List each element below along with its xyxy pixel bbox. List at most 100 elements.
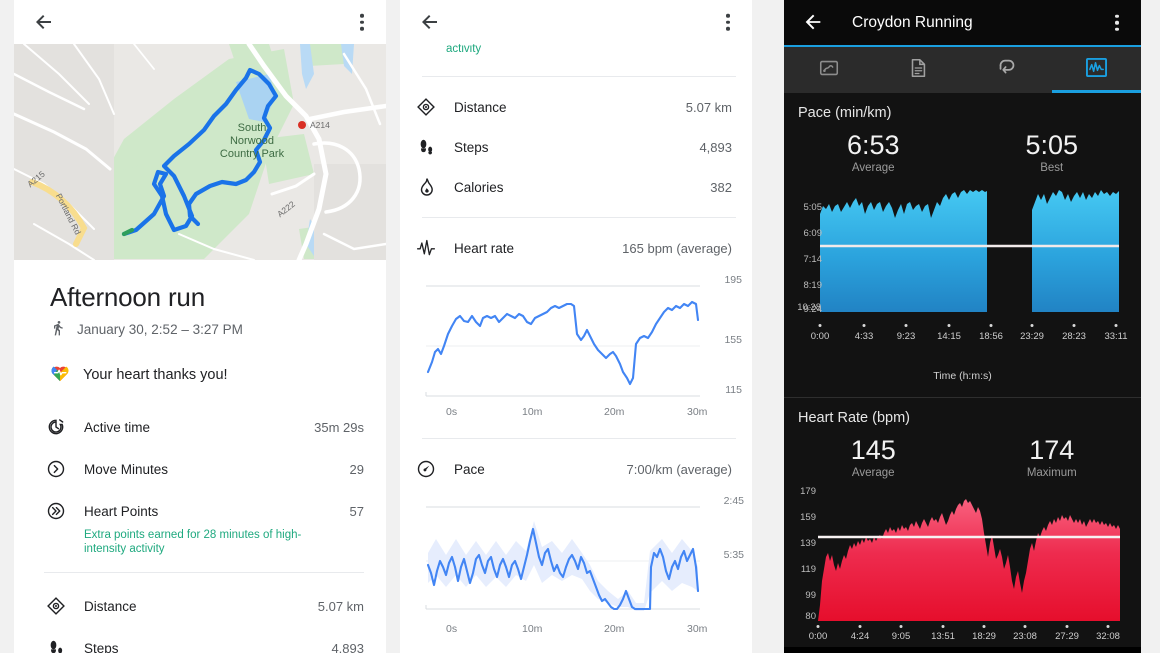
tab-details[interactable] bbox=[873, 47, 962, 93]
hr-x-tick: 23:08 bbox=[1013, 631, 1037, 642]
pace-area-chart[interactable]: 5:05 6:09 7:14 8:19 9:24 10:28 10:28 0:0… bbox=[784, 176, 1141, 346]
tab-graphs[interactable] bbox=[1052, 47, 1141, 93]
hr-y-tick-4: 119 bbox=[800, 564, 816, 575]
stat-row-steps[interactable]: Steps 4,893 bbox=[400, 127, 752, 167]
stat-label: Pace bbox=[454, 461, 485, 477]
hr-x-tick: 27:29 bbox=[1055, 631, 1079, 642]
document-icon bbox=[907, 57, 929, 84]
pace-chart[interactable]: 0s 10m 20m 30m 2:45 5:35 bbox=[400, 489, 752, 637]
tabbar bbox=[784, 47, 1141, 93]
google-fit-activity-panel: South Norwood Country Park A214 A215 A22… bbox=[14, 0, 386, 653]
x-tick: 10m bbox=[522, 406, 543, 418]
x-tickdot bbox=[982, 625, 986, 628]
croydon-running-panel: Croydon Running Pace (min/km) 6:53 Avera… bbox=[784, 0, 1141, 653]
page-title: Afternoon run bbox=[50, 282, 205, 312]
pace-y-tick-4: 8:19 bbox=[803, 280, 823, 291]
x-tickdot bbox=[1106, 625, 1110, 628]
x-tickdot bbox=[989, 324, 993, 327]
stat-label: Steps bbox=[454, 139, 489, 155]
stat-value: 4,893 bbox=[331, 640, 364, 653]
x-tickdot bbox=[1023, 625, 1027, 628]
pace-y-tick-2: 6:09 bbox=[803, 228, 823, 239]
tab-map[interactable] bbox=[784, 47, 873, 93]
primary-stats-list: Active time 35m 29s Move Minutes 29 Hear… bbox=[14, 406, 386, 653]
stat-value: 35m 29s bbox=[314, 419, 364, 435]
hr-x-tick: 4:24 bbox=[850, 631, 870, 642]
stat-row-heart-points[interactable]: Heart Points 57 bbox=[14, 490, 386, 532]
pace-best-label: Best bbox=[1040, 162, 1064, 174]
x-tick: 0s bbox=[446, 406, 458, 418]
screenshot-root: South Norwood Country Park A214 A215 A22… bbox=[0, 0, 1160, 653]
back-arrow-icon[interactable] bbox=[418, 10, 442, 34]
stat-value: 4,893 bbox=[699, 139, 732, 155]
hr-area-chart[interactable]: 179 159 139 119 99 80 0:00 4:24 9:05 13:… bbox=[784, 481, 1141, 642]
heart-rate-chart[interactable]: 0s 10m 20m 30m 195 155 115 bbox=[400, 268, 752, 420]
section-divider bbox=[44, 572, 364, 573]
kebab-menu-icon[interactable] bbox=[360, 13, 364, 31]
x-tickdot bbox=[941, 625, 945, 628]
pace-header[interactable]: Pace 7:00/km (average) bbox=[400, 449, 752, 489]
map-route-icon bbox=[818, 57, 840, 84]
x-tick: 10m bbox=[522, 623, 543, 635]
stat-label: Steps bbox=[84, 640, 119, 653]
hr-maximum-value: 174 bbox=[1029, 435, 1075, 465]
y-tick-top: 2:45 bbox=[723, 495, 744, 507]
x-tick: 20m bbox=[604, 406, 625, 418]
pace-x-tick: 14:15 bbox=[937, 331, 961, 342]
kebab-menu-icon[interactable] bbox=[726, 13, 730, 31]
stat-row-distance[interactable]: Distance 5.07 km bbox=[400, 87, 752, 127]
encouragement-text: Your heart thanks you! bbox=[83, 366, 228, 383]
stat-value: 29 bbox=[349, 461, 364, 477]
x-tickdot bbox=[1072, 324, 1076, 327]
right-appbar: Croydon Running bbox=[784, 0, 1141, 47]
hr-summary-stats: 145 Average 174 Maximum bbox=[784, 432, 1141, 481]
pace-x-tick: 28:23 bbox=[1062, 331, 1086, 342]
stat-row-steps[interactable]: Steps 4,893 bbox=[14, 627, 386, 653]
move-minutes-icon bbox=[44, 457, 68, 481]
heart-rate-header[interactable]: Heart rate 165 bpm (average) bbox=[400, 228, 752, 268]
stat-value: 57 bbox=[349, 503, 364, 519]
stat-row-calories[interactable]: Calories 382 bbox=[400, 167, 752, 207]
hr-x-tick: 9:05 bbox=[891, 631, 911, 642]
left-appbar bbox=[14, 0, 386, 44]
stat-row-active-time[interactable]: Active time 35m 29s bbox=[14, 406, 386, 448]
speedometer-icon bbox=[414, 457, 438, 481]
section-divider bbox=[422, 217, 736, 218]
x-tickdot bbox=[858, 625, 862, 628]
page-title: Croydon Running bbox=[852, 13, 973, 31]
distance-diamond-icon bbox=[414, 95, 438, 119]
activity-datetime-text: January 30, 2:52 – 3:27 PM bbox=[77, 322, 243, 337]
stat-row-move-minutes[interactable]: Move Minutes 29 bbox=[14, 448, 386, 490]
heart-rate-card: Heart Rate (bpm) 145 Average 174 Maximum bbox=[784, 398, 1141, 647]
x-tickdot bbox=[947, 324, 951, 327]
activity-datetime: January 30, 2:52 – 3:27 PM bbox=[14, 313, 386, 339]
x-tickdot bbox=[1030, 324, 1034, 327]
x-tick: 20m bbox=[604, 623, 625, 635]
stat-label: Move Minutes bbox=[84, 461, 169, 477]
hr-x-tick: 0:00 bbox=[808, 631, 828, 642]
stat-row-distance[interactable]: Distance 5.07 km bbox=[14, 585, 386, 627]
pace-card: Pace (min/km) 6:53 Average 5:05 Best 5:0… bbox=[784, 93, 1141, 398]
section-divider bbox=[422, 438, 736, 439]
tab-laps[interactable] bbox=[963, 47, 1052, 93]
back-arrow-icon[interactable] bbox=[32, 10, 56, 34]
pace-x-axis: 0s 10m 20m 30m bbox=[422, 621, 736, 637]
pace-x-tick: 9:23 bbox=[896, 331, 916, 342]
y-tick-top: 195 bbox=[724, 274, 742, 286]
pace-y-tick-6b: 10:28 bbox=[797, 302, 821, 313]
pace-y-tick-3: 7:14 bbox=[803, 254, 823, 265]
stat-value: 5.07 km bbox=[685, 99, 732, 115]
heart-points-note: Extra points earned for 28 minutes of hi… bbox=[84, 529, 302, 555]
pace-x-tick: 0:00 bbox=[810, 331, 830, 342]
back-arrow-icon[interactable] bbox=[802, 11, 826, 35]
loop-repeat-icon bbox=[995, 57, 1019, 84]
y-tick-mid: 155 bbox=[724, 334, 742, 346]
hr-x-tick: 13:51 bbox=[931, 631, 955, 642]
kebab-menu-icon[interactable] bbox=[1115, 14, 1119, 31]
running-person-icon bbox=[50, 320, 66, 339]
route-map[interactable]: South Norwood Country Park A214 A215 A22… bbox=[14, 44, 386, 260]
x-tick: 30m bbox=[687, 406, 708, 418]
section-divider bbox=[422, 76, 736, 77]
stat-label: Calories bbox=[454, 179, 504, 195]
stat-value: 7:00/km (average) bbox=[626, 461, 733, 477]
